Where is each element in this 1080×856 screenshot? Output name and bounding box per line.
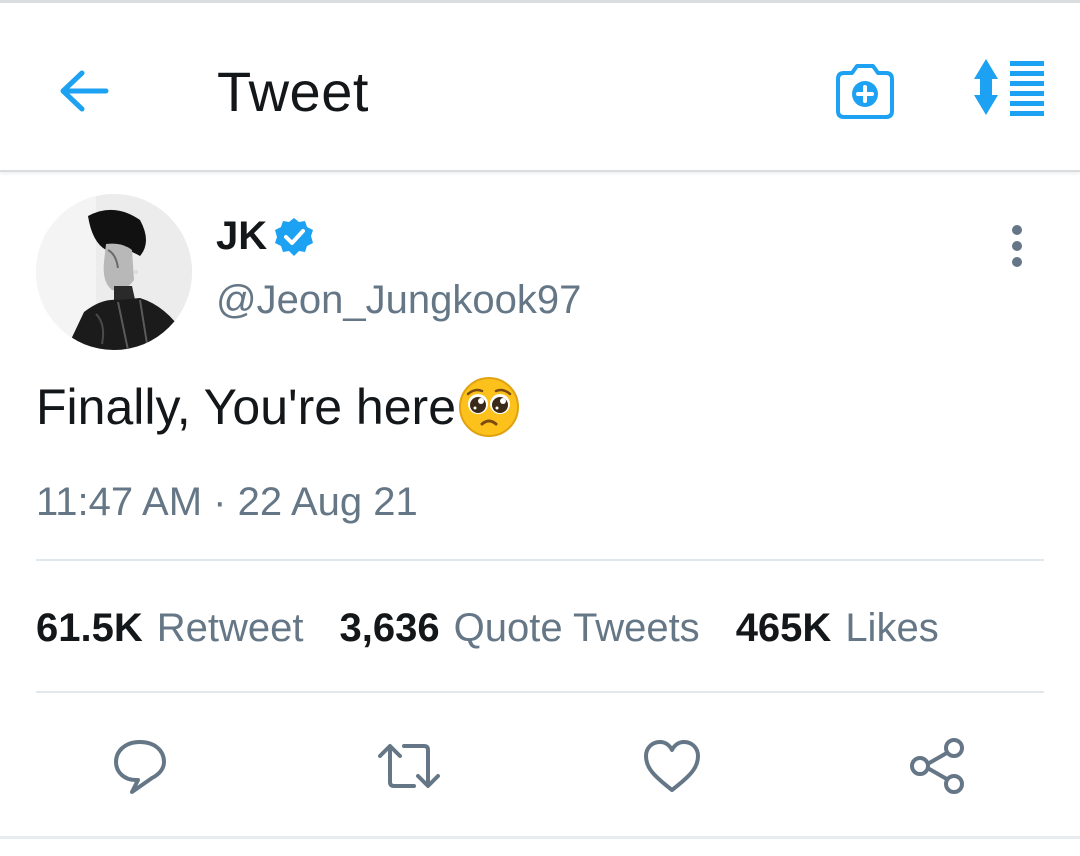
profile-photo <box>36 194 192 350</box>
divider <box>36 559 1044 561</box>
retweets-stat[interactable]: 61.5K Retweet <box>36 606 304 651</box>
arrow-left-icon <box>60 70 109 112</box>
page-title: Tweet <box>217 60 369 123</box>
reply-icon <box>114 740 166 794</box>
share-button[interactable] <box>906 736 970 796</box>
pleading-face-emoji <box>459 377 519 437</box>
verified-badge-icon <box>275 217 314 256</box>
top-app-bar: Tweet <box>0 0 1080 172</box>
add-photo-button[interactable] <box>832 61 898 121</box>
avatar[interactable] <box>36 194 192 350</box>
reply-button[interactable] <box>108 736 172 796</box>
tweet-timestamp[interactable]: 11:47 AM · 22 Aug 21 <box>36 480 418 525</box>
likes-label: Likes <box>845 606 939 650</box>
retweets-label: Retweet <box>156 606 304 650</box>
retweet-button[interactable] <box>374 736 444 796</box>
back-button[interactable] <box>56 63 112 119</box>
tweet-text: Finally, You're here <box>36 376 520 438</box>
tweet-time: 11:47 AM <box>36 480 203 524</box>
tweet-date: 22 Aug 21 <box>237 480 418 524</box>
like-icon <box>644 740 700 792</box>
bottom-divider <box>0 836 1080 839</box>
sort-list-icon <box>974 59 1044 116</box>
more-vertical-icon <box>1012 225 1022 267</box>
tweet-text-content: Finally, You're here <box>36 379 456 435</box>
likes-stat[interactable]: 465K Likes <box>736 606 939 651</box>
sort-button[interactable] <box>968 57 1048 119</box>
display-name[interactable]: JK <box>216 214 315 259</box>
more-options-button[interactable] <box>1000 222 1034 270</box>
display-name-text: JK <box>216 214 268 258</box>
user-handle[interactable]: @Jeon_Jungkook97 <box>216 278 581 323</box>
quote-tweets-stat[interactable]: 3,636 Quote Tweets <box>340 606 700 651</box>
retweets-count: 61.5K <box>36 606 143 650</box>
quote-tweets-count: 3,636 <box>339 606 440 650</box>
quote-tweets-label: Quote Tweets <box>453 606 700 650</box>
timestamp-separator: · <box>202 480 238 524</box>
share-icon <box>910 738 964 794</box>
like-button[interactable] <box>640 736 704 796</box>
camera-plus-icon <box>836 64 894 119</box>
likes-count: 465K <box>735 606 832 650</box>
engagement-stats: 61.5K Retweet 3,636 Quote Tweets 465K Li… <box>36 606 939 651</box>
divider <box>36 691 1044 693</box>
retweet-icon <box>378 744 440 788</box>
